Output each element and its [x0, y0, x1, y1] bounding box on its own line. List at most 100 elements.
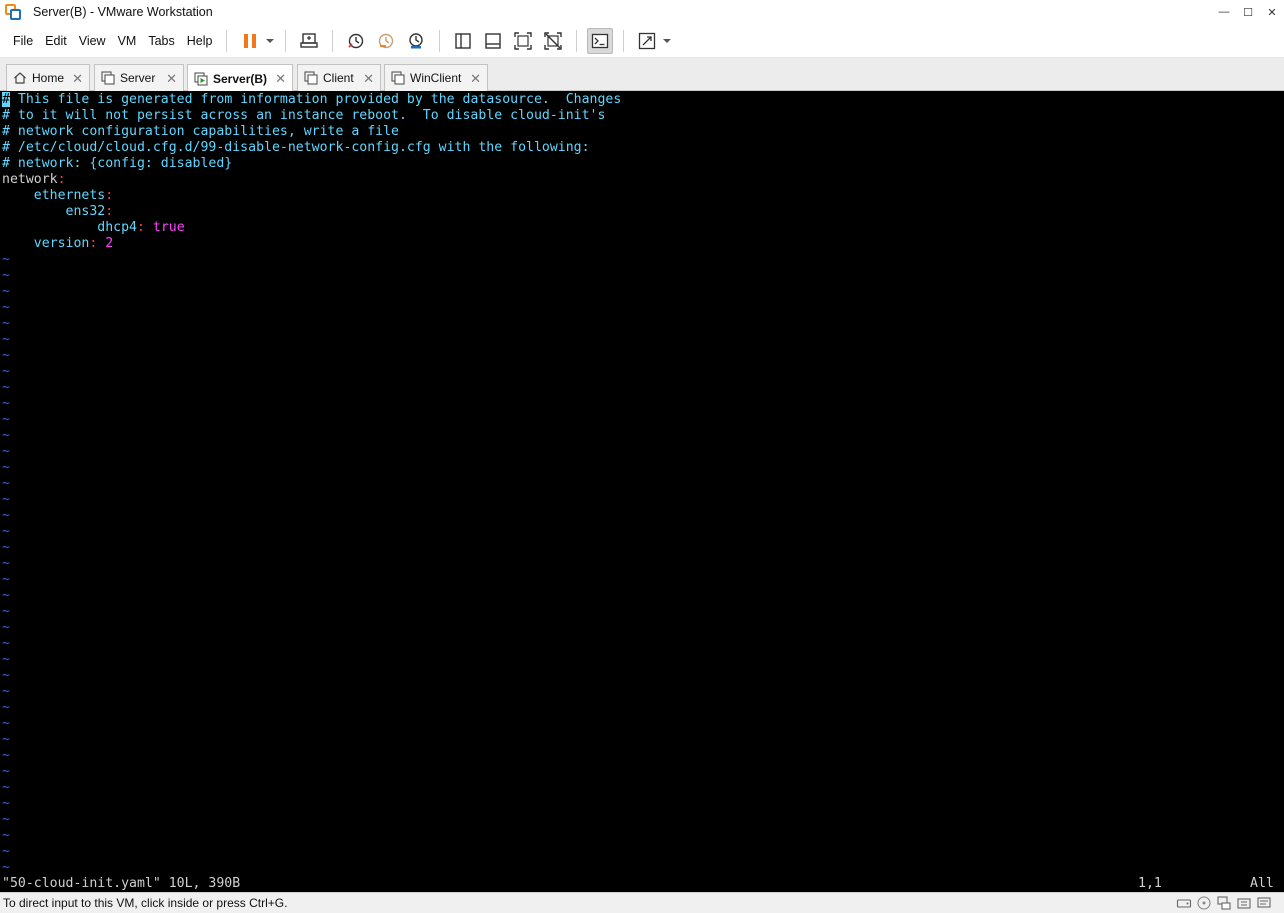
yaml-colon: : — [105, 204, 114, 219]
yaml-colon: : — [105, 188, 114, 203]
yaml-line-version: version: 2 — [2, 236, 113, 252]
tilde-marker: ~ — [2, 540, 10, 555]
close-button[interactable]: ✕ — [1260, 0, 1284, 24]
toolbar-separator — [285, 29, 287, 52]
snapshot-manager-icon — [409, 32, 424, 48]
network-adapter-icon[interactable] — [1216, 895, 1232, 911]
tab-label: WinClient — [410, 71, 462, 85]
tilde-marker: ~ — [2, 716, 10, 731]
vmware-logo-icon — [5, 4, 21, 20]
tab-close-button[interactable]: ✕ — [363, 71, 374, 87]
stretch-guest-button[interactable] — [634, 28, 660, 54]
chevron-down-icon — [663, 38, 672, 43]
vm-running-icon — [194, 71, 208, 86]
yaml-key: network — [2, 172, 58, 187]
unity-button[interactable] — [540, 28, 566, 54]
tilde-marker: ~ — [2, 460, 10, 475]
yaml-line-dhcp4: dhcp4: true — [2, 220, 184, 236]
menu-edit[interactable]: Edit — [39, 34, 73, 48]
pause-icon — [244, 33, 257, 48]
stretch-dropdown-button[interactable] — [662, 28, 672, 54]
status-message: To direct input to this VM, click inside… — [3, 896, 288, 910]
tab-server-b[interactable]: Server(B) ✕ — [187, 64, 293, 92]
tab-strip: Home ✕ Server ✕ Server(B) ✕ Client ✕ Win… — [0, 58, 1284, 92]
tilde-marker: ~ — [2, 652, 10, 667]
tilde-marker: ~ — [2, 748, 10, 763]
yaml-line-network: network: — [2, 172, 66, 188]
menu-toolbar: File Edit View VM Tabs Help — [0, 24, 1284, 58]
maximize-button[interactable]: ☐ — [1236, 0, 1260, 24]
vm-console[interactable]: # This file is generated from informatio… — [0, 91, 1284, 892]
toolbar-separator — [332, 29, 334, 52]
tab-winclient[interactable]: WinClient ✕ — [384, 64, 488, 91]
thumbnail-icon — [485, 32, 502, 49]
console-view-button[interactable] — [587, 27, 614, 54]
message-log-icon[interactable] — [1256, 895, 1272, 911]
tilde-marker: ~ — [2, 268, 10, 283]
show-library-button[interactable] — [450, 28, 476, 54]
full-screen-button[interactable] — [510, 28, 536, 54]
vim-cursor-position: 1,1 — [1138, 876, 1162, 891]
yaml-line-ethernets: ethernets: — [2, 188, 113, 204]
vim-file-info: "50-cloud-init.yaml" 10L, 390B — [2, 876, 241, 891]
text-cursor: # — [2, 92, 10, 107]
tab-label: Home — [32, 71, 65, 85]
menu-vm[interactable]: VM — [112, 34, 143, 48]
status-bar: To direct input to this VM, click inside… — [0, 892, 1284, 913]
tilde-marker: ~ — [2, 476, 10, 491]
home-icon — [13, 71, 27, 85]
yaml-line-iface: ens32: — [2, 204, 114, 220]
console-view-icon — [592, 33, 609, 48]
vim-scroll-indicator: All — [1250, 876, 1274, 891]
tab-close-button[interactable]: ✕ — [166, 71, 177, 87]
tilde-marker: ~ — [2, 812, 10, 827]
pause-button[interactable] — [237, 28, 263, 54]
toolbar-separator — [623, 29, 625, 52]
send-keys-icon — [300, 32, 319, 48]
tilde-marker: ~ — [2, 428, 10, 443]
tab-label: Client — [323, 71, 354, 85]
comment-line-2: # to it will not persist across an insta… — [2, 108, 606, 123]
cd-dvd-icon[interactable] — [1196, 895, 1212, 911]
vm-icon — [101, 71, 115, 85]
tab-close-button[interactable]: ✕ — [275, 71, 286, 87]
tilde-marker: ~ — [2, 444, 10, 459]
hard-disk-icon[interactable] — [1176, 895, 1192, 911]
tilde-marker: ~ — [2, 284, 10, 299]
tab-server[interactable]: Server ✕ — [94, 64, 184, 91]
title-bar: Server(B) - VMware Workstation — ☐ ✕ — [0, 0, 1284, 24]
tab-home[interactable]: Home ✕ — [6, 64, 90, 91]
yaml-key: ens32 — [65, 204, 106, 219]
snapshot-icon — [348, 33, 364, 48]
tilde-marker: ~ — [2, 508, 10, 523]
minimize-button[interactable]: — — [1212, 0, 1236, 24]
tab-close-button[interactable]: ✕ — [470, 71, 481, 87]
fullscreen-icon — [514, 31, 533, 50]
snapshot-manager-button[interactable] — [403, 28, 429, 54]
yaml-key: ethernets — [33, 188, 106, 203]
menu-file[interactable]: File — [7, 34, 39, 48]
tilde-marker: ~ — [2, 300, 10, 315]
comment-line-5: # network: {config: disabled} — [2, 156, 233, 171]
menu-tabs[interactable]: Tabs — [142, 34, 180, 48]
usb-device-icon[interactable] — [1236, 895, 1252, 911]
revert-snapshot-button[interactable] — [373, 28, 399, 54]
tilde-marker: ~ — [2, 764, 10, 779]
menu-view[interactable]: View — [73, 34, 112, 48]
menu-help[interactable]: Help — [181, 34, 219, 48]
power-dropdown-button[interactable] — [265, 28, 275, 54]
tilde-marker: ~ — [2, 636, 10, 651]
tab-client[interactable]: Client ✕ — [297, 64, 381, 91]
tilde-marker: ~ — [2, 572, 10, 587]
tilde-marker: ~ — [2, 668, 10, 683]
yaml-key: version — [33, 236, 90, 251]
comment-line-3: # network configuration capabilities, wr… — [2, 124, 399, 139]
show-thumbnail-bar-button[interactable] — [480, 28, 506, 54]
take-snapshot-button[interactable] — [343, 28, 369, 54]
comment-line-4: # /etc/cloud/cloud.cfg.d/99-disable-netw… — [2, 140, 590, 155]
tilde-marker: ~ — [2, 604, 10, 619]
revert-snapshot-icon — [379, 33, 394, 48]
tab-close-button[interactable]: ✕ — [72, 71, 83, 87]
tilde-marker: ~ — [2, 380, 10, 395]
send-ctrl-alt-del-button[interactable] — [296, 28, 322, 54]
